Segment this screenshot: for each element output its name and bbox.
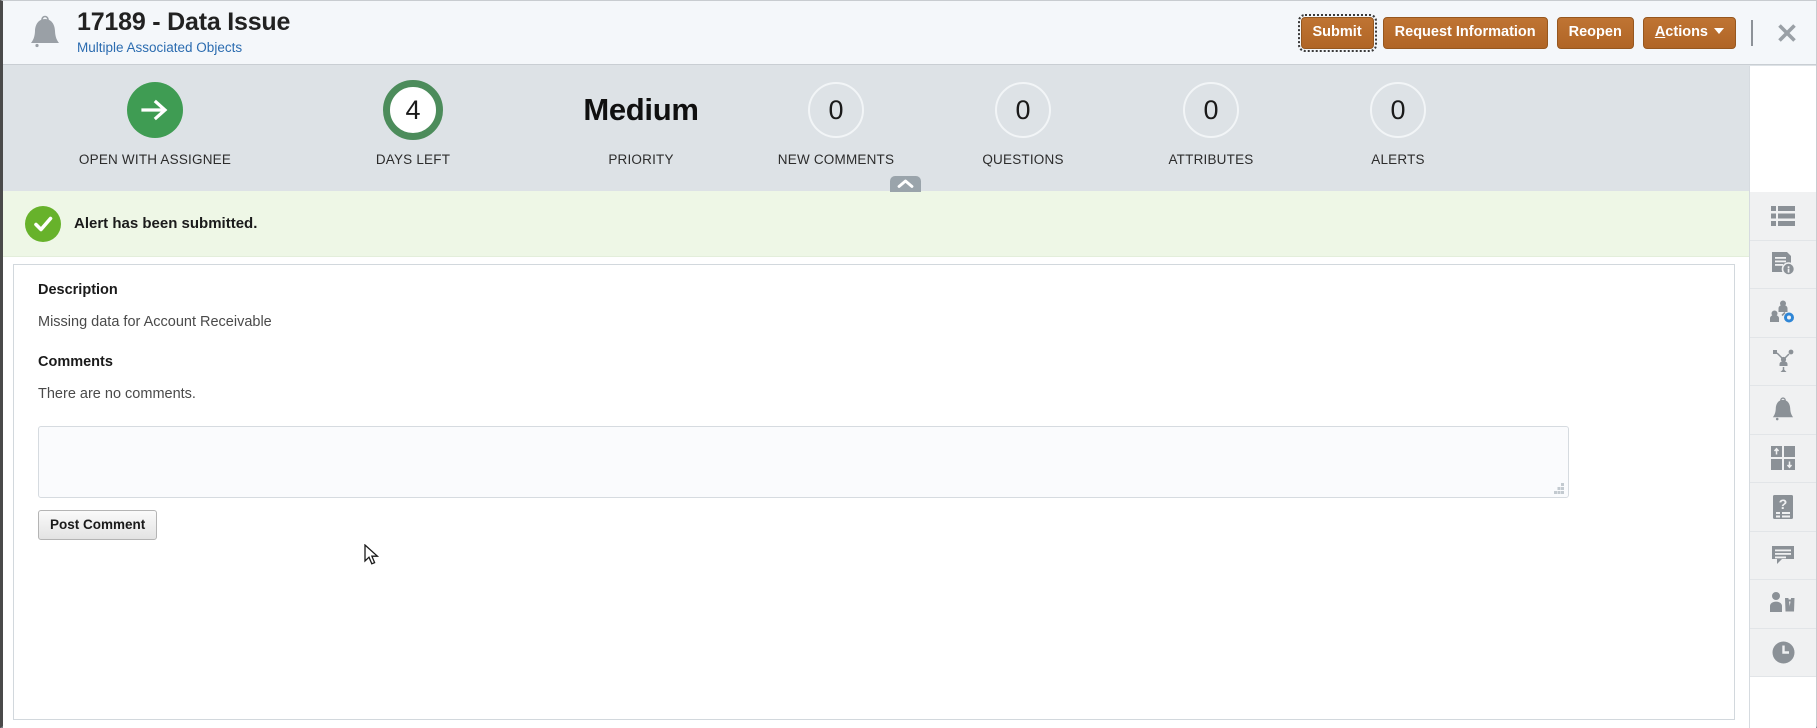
status-visual	[55, 77, 255, 143]
comment-input[interactable]	[39, 427, 1568, 497]
bell-icon	[1772, 397, 1794, 421]
clock-icon	[1772, 641, 1794, 664]
rail-item-alerts[interactable]	[1750, 386, 1816, 435]
person-binoculars-icon	[1770, 592, 1795, 613]
header-action-bar: Submit Request Information Reopen Action…	[1297, 1, 1802, 65]
status-days-left[interactable]: 4 DAYS LEFT	[313, 77, 513, 167]
rail-item-comments[interactable]	[1750, 531, 1816, 580]
status-label: NEW COMMENTS	[777, 152, 895, 167]
status-visual: 4	[313, 77, 513, 143]
status-summary-bar: OPEN WITH ASSIGNEE 4 DAYS LEFT Medium PR…	[3, 65, 1816, 192]
status-priority[interactable]: Medium PRIORITY	[541, 77, 741, 167]
description-heading: Description	[38, 282, 118, 298]
grid-quadrant-icon	[1771, 446, 1795, 471]
document-info-icon	[1772, 252, 1796, 277]
status-visual: 0	[923, 77, 1123, 143]
resize-grip-icon[interactable]	[1554, 483, 1565, 494]
actions-accesskey: A	[1654, 24, 1666, 40]
new-comments-ring: 0	[808, 82, 864, 138]
detail-content-panel: Description Missing data for Account Rec…	[13, 264, 1735, 720]
status-visual: 0	[1298, 77, 1498, 143]
list-icon	[1771, 205, 1795, 226]
days-left-ring: 4	[383, 80, 443, 140]
chevron-up-icon[interactable]	[890, 176, 921, 192]
status-new-comments[interactable]: 0 NEW COMMENTS	[736, 77, 936, 167]
comment-bubble-icon	[1772, 546, 1794, 565]
associated-objects-link[interactable]: Multiple Associated Objects	[77, 38, 290, 57]
comments-heading: Comments	[38, 354, 113, 370]
attributes-ring: 0	[1183, 82, 1239, 138]
status-open-with-assignee[interactable]: OPEN WITH ASSIGNEE	[55, 77, 255, 167]
close-icon[interactable]	[1772, 18, 1802, 48]
submit-button[interactable]: Submit	[1297, 14, 1377, 52]
priority-value: Medium	[583, 92, 699, 127]
rail-item-history[interactable]	[1750, 628, 1816, 677]
arrow-circle-icon	[127, 82, 183, 138]
rail-item-details-list[interactable]	[1750, 192, 1816, 241]
comment-input-wrapper[interactable]	[38, 426, 1569, 498]
actions-label-rest: ctions	[1665, 24, 1708, 40]
rail-item-hierarchy[interactable]	[1750, 337, 1816, 386]
alert-detail-window: 17189 - Data Issue Multiple Associated O…	[0, 0, 1817, 728]
status-visual: Medium	[541, 77, 741, 143]
rail-item-assignees[interactable]	[1750, 289, 1816, 338]
status-visual: 0	[1111, 77, 1311, 143]
status-label: OPEN WITH ASSIGNEE	[78, 152, 232, 167]
actions-menu-button[interactable]: Actions	[1642, 17, 1736, 49]
people-settings-icon	[1769, 300, 1794, 323]
title-block: 17189 - Data Issue Multiple Associated O…	[77, 8, 290, 57]
reopen-button[interactable]: Reopen	[1556, 17, 1634, 49]
status-attributes[interactable]: 0 ATTRIBUTES	[1111, 77, 1311, 167]
question-card-icon: ?	[1773, 494, 1793, 519]
rail-item-questions[interactable]: ?	[1750, 483, 1816, 532]
rail-item-attributes[interactable]	[1750, 434, 1816, 483]
questions-ring: 0	[995, 82, 1051, 138]
status-alerts[interactable]: 0 ALERTS	[1298, 77, 1498, 167]
status-questions[interactable]: 0 QUESTIONS	[923, 77, 1123, 167]
request-information-button[interactable]: Request Information	[1382, 17, 1548, 49]
header-divider	[1751, 20, 1753, 46]
success-message: Alert has been submitted.	[74, 215, 258, 232]
status-label: DAYS LEFT	[375, 152, 451, 167]
post-comment-button[interactable]: Post Comment	[38, 510, 158, 540]
rail-item-watchers[interactable]	[1750, 580, 1816, 629]
chevron-down-icon	[1714, 28, 1724, 34]
hierarchy-icon	[1772, 349, 1793, 373]
page-title: 17189 - Data Issue	[77, 8, 291, 36]
bell-icon	[17, 5, 73, 61]
body-area: Description Missing data for Account Rec…	[3, 66, 1816, 728]
success-banner: Alert has been submitted.	[3, 191, 1816, 257]
status-label: ALERTS	[1371, 152, 1425, 167]
description-text: Missing data for Account Receivable	[38, 314, 272, 330]
status-label: QUESTIONS	[982, 152, 1064, 167]
svg-text:?: ?	[1779, 496, 1788, 512]
no-comments-text: There are no comments.	[38, 386, 196, 402]
rail-item-document-info[interactable]	[1750, 240, 1816, 289]
right-icon-rail: ?	[1749, 192, 1816, 726]
status-visual: 0	[736, 77, 936, 143]
status-label: PRIORITY	[608, 152, 674, 167]
alerts-ring: 0	[1370, 82, 1426, 138]
window-header: 17189 - Data Issue Multiple Associated O…	[3, 1, 1816, 65]
check-circle-icon	[25, 205, 61, 242]
status-label: ATTRIBUTES	[1168, 152, 1254, 167]
